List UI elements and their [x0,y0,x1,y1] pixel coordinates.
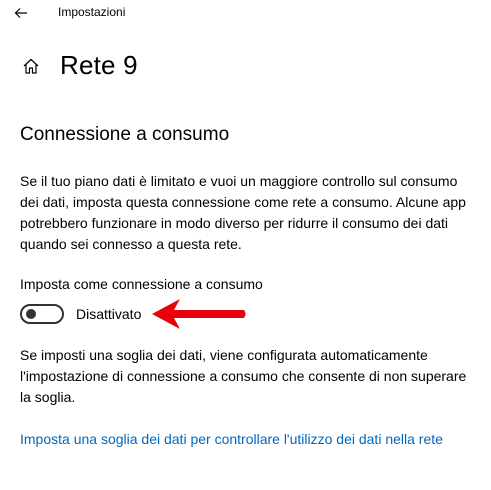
metered-connection-toggle[interactable] [20,304,64,324]
section-title: Connessione a consumo [20,124,230,145]
section-description: Se il tuo piano dati è limitato e vuoi u… [20,173,466,252]
annotation-arrow-icon [152,299,246,329]
arrow-left-icon [14,8,27,18]
window-title: Impostazioni [58,5,126,19]
data-limit-note: Se imposti una soglia dei dati, viene co… [20,347,467,405]
toggle-label: Imposta come connessione a consumo [20,276,263,292]
back-button[interactable] [8,0,34,26]
toggle-state-text: Disattivato [76,306,142,322]
page-header: Rete 9 [20,50,138,81]
set-data-limit-link[interactable]: Imposta una soglia dei dati per controll… [20,429,460,450]
metered-toggle-row: Disattivato [20,304,141,324]
title-bar: Impostazioni [0,0,491,32]
toggle-knob [26,309,36,319]
home-icon [23,58,39,74]
home-button[interactable] [20,55,42,77]
page-title: Rete 9 [60,50,138,80]
